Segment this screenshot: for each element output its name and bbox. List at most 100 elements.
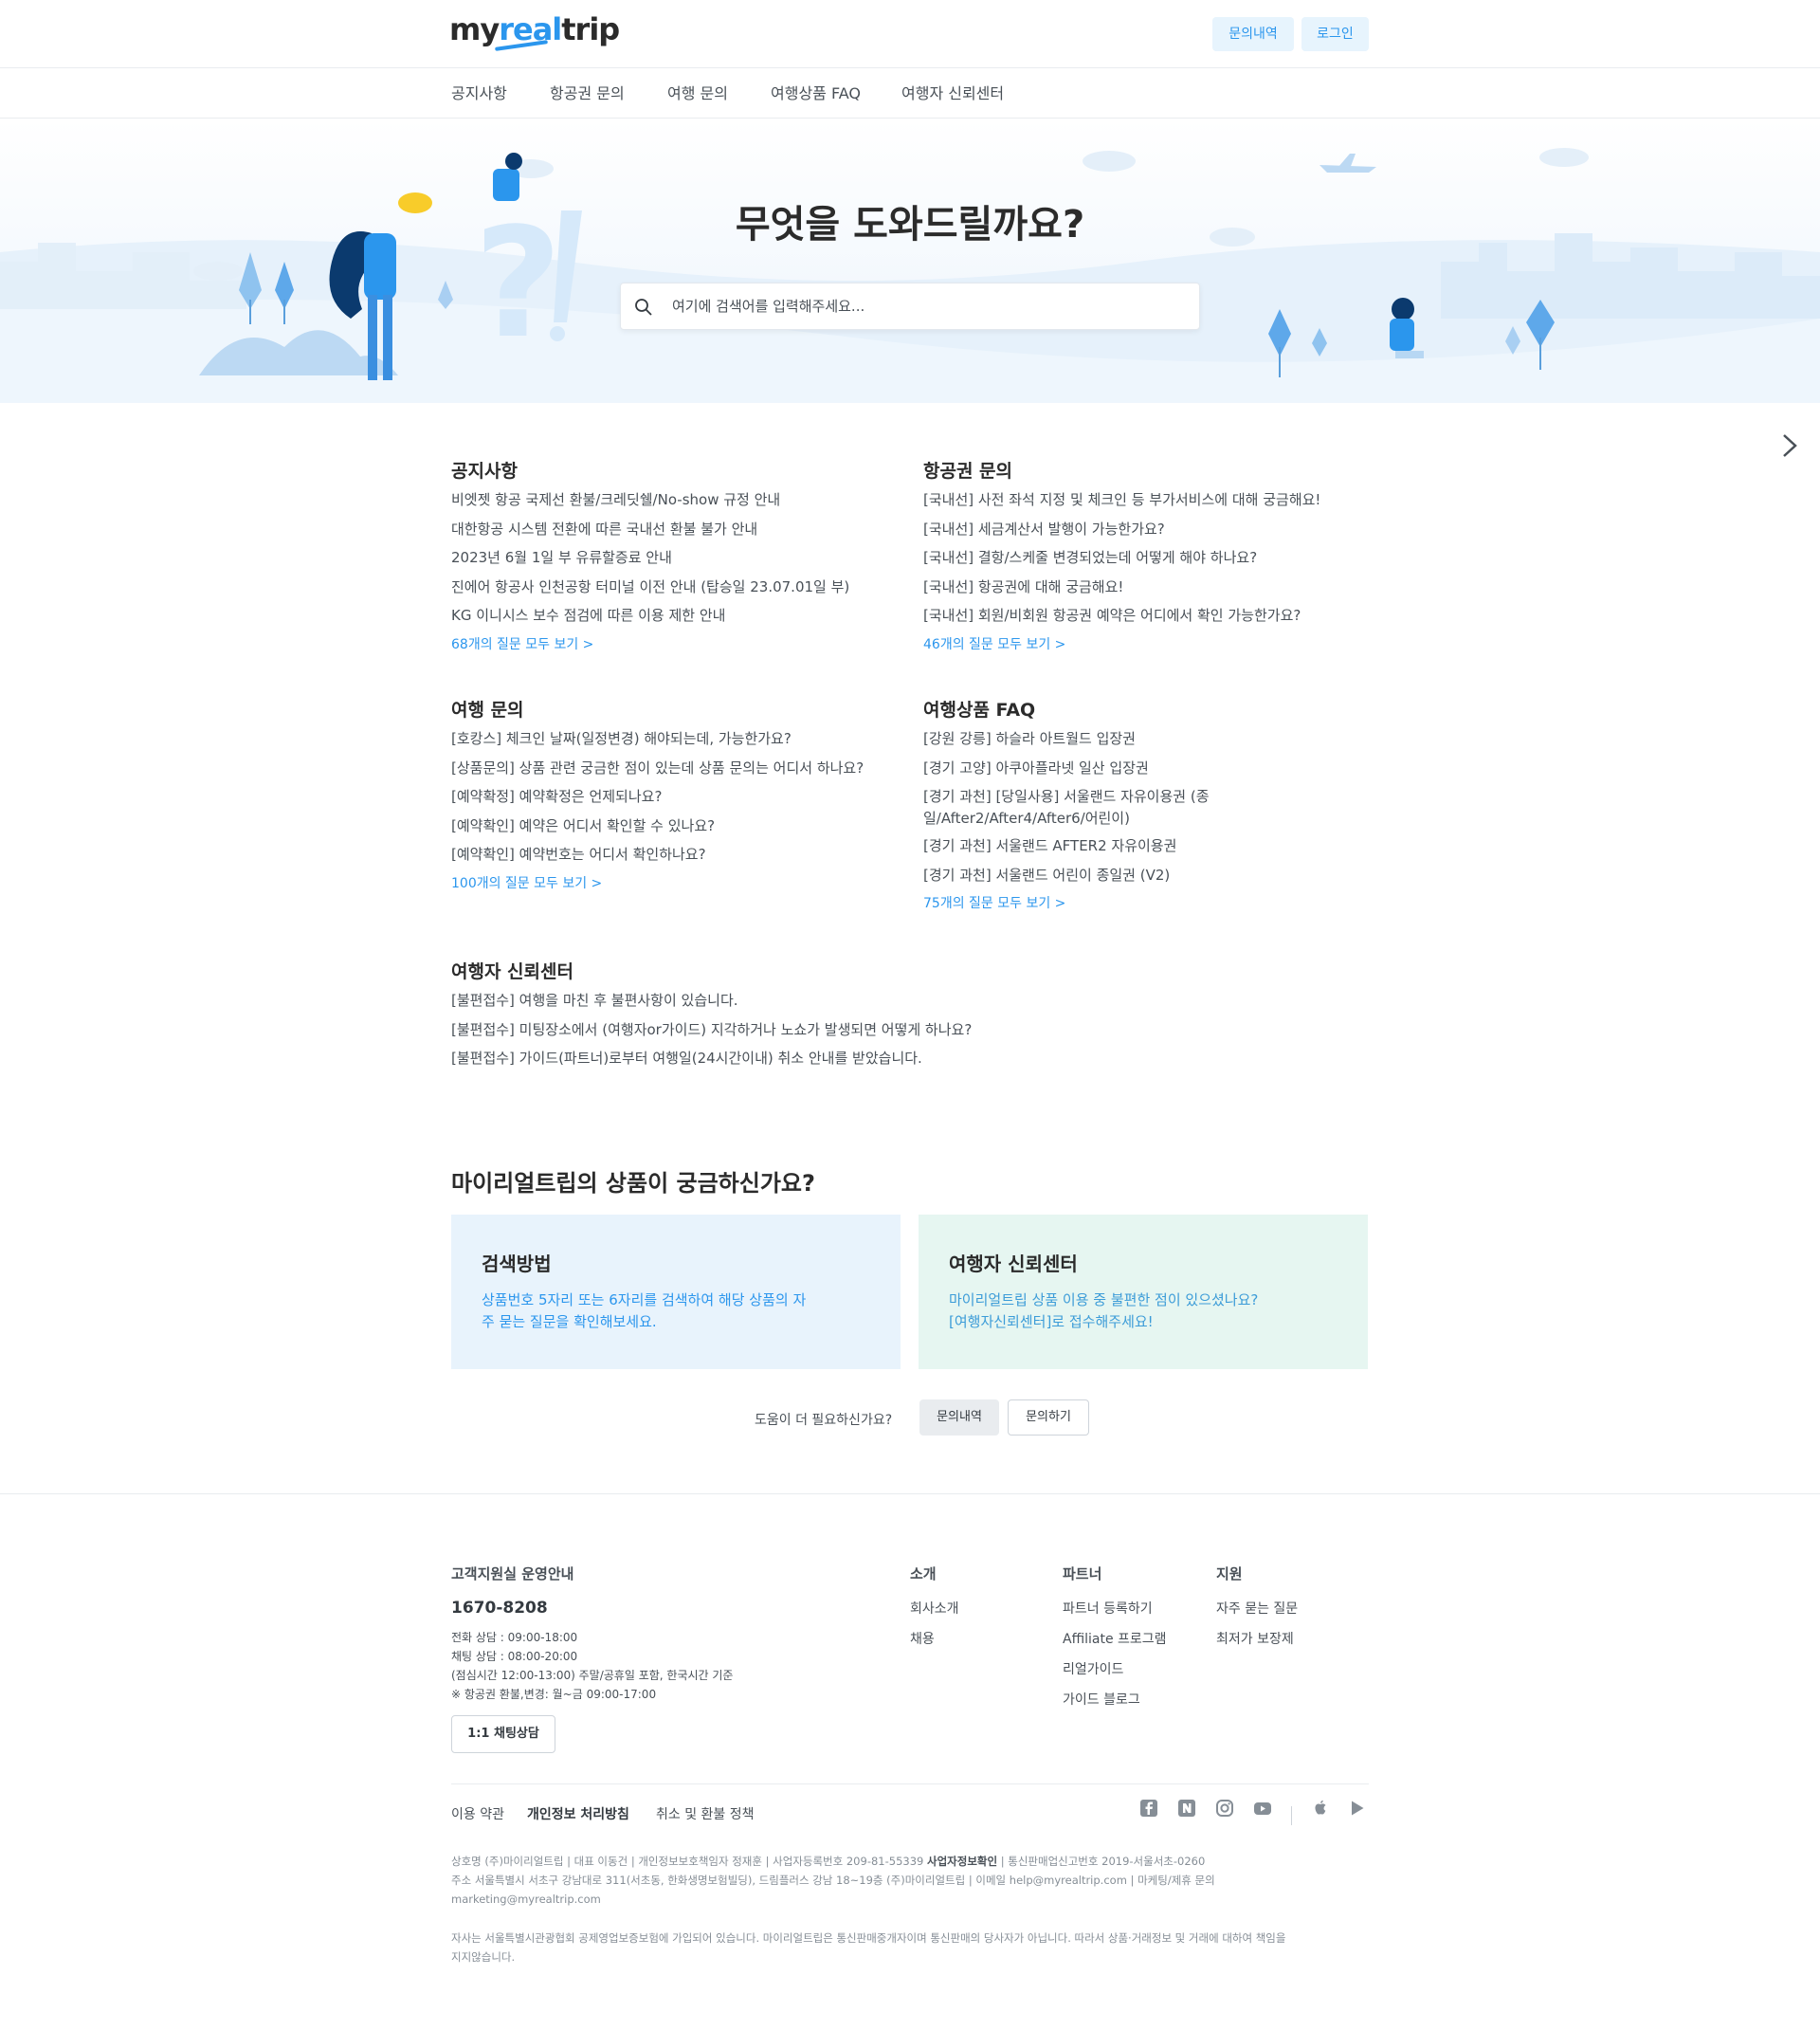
footer-support-title: 지원 <box>1216 1565 1243 1582</box>
list-item[interactable]: [불편접수] 가이드(파트너)로부터 여행일(24시간이내) 취소 안내를 받았… <box>451 1050 1115 1068</box>
list-item[interactable]: [국내선] 항공권에 대해 궁금해요! <box>923 578 1378 596</box>
view-all-link[interactable]: 75개의 질문 모두 보기 > <box>923 895 1378 913</box>
list-item[interactable]: [예약확인] 예약은 어디서 확인할 수 있나요? <box>451 817 906 835</box>
view-all-link[interactable]: 68개의 질문 모두 보기 > <box>451 636 906 654</box>
youtube-icon[interactable] <box>1253 1799 1272 1818</box>
chat-consult-button[interactable]: 1:1 채팅상담 <box>451 1715 555 1753</box>
footer-link-faq[interactable]: 자주 묻는 질문 <box>1216 1599 1298 1618</box>
footer-link-lowest-price[interactable]: 최저가 보장제 <box>1216 1629 1294 1648</box>
search-method-card[interactable]: 검색방법 상품번호 5자리 또는 6자리를 검색하여 해당 상품의 자 주 묻는… <box>451 1215 901 1369</box>
list-item[interactable]: KG 이니시스 보수 점검에 따른 이용 제한 안내 <box>451 607 906 625</box>
login-button[interactable]: 로그인 <box>1301 17 1369 51</box>
help-text: 도움이 더 필요하신가요? <box>755 1413 893 1428</box>
chevron-right-icon[interactable] <box>1778 431 1801 460</box>
list-item[interactable]: [불편접수] 미팅장소에서 (여행자or가이드) 지각하거나 노쇼가 발생되면 … <box>451 1021 1115 1039</box>
facebook-icon[interactable] <box>1139 1799 1158 1818</box>
list-item[interactable]: 2023년 6월 1일 부 유류할증료 안내 <box>451 549 906 567</box>
cs-hours: 전화 상담 : 09:00-18:00 <box>451 1631 578 1644</box>
company-line: 주소 서울특별시 서초구 강남대로 311(서초동, 한화생명보험빌딩), 드림… <box>451 1874 1215 1887</box>
list-item[interactable]: [예약확인] 예약번호는 어디서 확인하나요? <box>451 846 906 864</box>
nav-product-faq[interactable]: 여행상품 FAQ <box>771 68 861 119</box>
list-item[interactable]: [강원 강릉] 하슬라 아트월드 입장권 <box>923 730 1378 748</box>
footer-link-company[interactable]: 회사소개 <box>910 1599 959 1618</box>
footer-partner-title: 파트너 <box>1063 1565 1102 1582</box>
cs-phone: 1670-8208 <box>451 1599 548 1618</box>
section-title: 여행 문의 <box>451 700 524 721</box>
section-travel: 여행 문의 [호캉스] 체크인 날짜(일정변경) 해야되는데, 가능한가요? [… <box>451 696 906 893</box>
card-text: 마이리얼트립 상품 이용 중 불편한 점이 있으셨나요? <box>949 1291 1259 1308</box>
list-item[interactable]: [경기 과천] 서울랜드 AFTER2 자유이용권 <box>923 837 1378 855</box>
disclaimer-line: 자사는 서울특별시관광협회 공제영업보증보험에 가입되어 있습니다. 마이리얼트… <box>451 1931 1286 1945</box>
trust-center-card[interactable]: 여행자 신뢰센터 마이리얼트립 상품 이용 중 불편한 점이 있으셨나요? [여… <box>919 1215 1368 1369</box>
list-item[interactable]: [경기 과천] 서울랜드 어린이 종일권 (V2) <box>923 867 1378 885</box>
inquiry-history-button[interactable]: 문의내역 <box>919 1399 999 1436</box>
search-box <box>620 283 1200 330</box>
footer-inner-divider <box>451 1783 1369 1784</box>
company-line: 상호명 (주)마이리얼트립 | 대표 이동건 | 개인정보보호책임자 정재훈 |… <box>451 1855 927 1868</box>
header: myrealtrip 문의내역 로그인 <box>0 0 1820 68</box>
list-item[interactable]: 진에어 항공사 인천공항 터미널 이전 안내 (탑승일 23.07.01일 부) <box>451 578 906 596</box>
company-info: 상호명 (주)마이리얼트립 | 대표 이동건 | 개인정보보호책임자 정재훈 |… <box>451 1852 1369 1909</box>
list-item[interactable]: [예약확정] 예약확정은 언제되나요? <box>451 788 906 806</box>
help-row: 도움이 더 필요하신가요? 문의내역 문의하기 <box>0 1399 1820 1437</box>
naver-blog-icon[interactable] <box>1177 1799 1196 1818</box>
company-line: | 통신판매업신고번호 2019-서울서초-0260 <box>997 1855 1206 1868</box>
ask-question-button[interactable]: 문의하기 <box>1008 1399 1089 1436</box>
cs-hours: ※ 항공권 환불,변경: 월~금 09:00-17:00 <box>451 1688 657 1701</box>
products-title: 마이리얼트립의 상품이 궁금하신가요? <box>451 1170 815 1197</box>
cs-title: 고객지원실 운영안내 <box>451 1565 574 1582</box>
search-icon <box>635 299 652 316</box>
list-item[interactable]: [국내선] 회원/비회원 항공권 예약은 어디에서 확인 가능한가요? <box>923 607 1378 625</box>
company-line: marketing@myrealtrip.com <box>451 1893 601 1906</box>
list-item[interactable]: 비엣젯 항공 국제선 환불/크레딧쉘/No-show 규정 안내 <box>451 491 906 509</box>
nav-travel[interactable]: 여행 문의 <box>667 68 728 119</box>
list-item[interactable]: [호캉스] 체크인 날짜(일정변경) 해야되는데, 가능한가요? <box>451 730 906 748</box>
view-all-link[interactable]: 100개의 질문 모두 보기 > <box>451 875 906 893</box>
card-text: 주 묻는 질문을 확인해보세요. <box>482 1313 657 1330</box>
footer-divider <box>0 1493 1820 1494</box>
list-item[interactable]: [국내선] 결항/스케줄 변경되었는데 어떻게 해야 하나요? <box>923 549 1378 567</box>
section-product-faq: 여행상품 FAQ [강원 강릉] 하슬라 아트월드 입장권 [경기 고양] 아쿠… <box>923 696 1378 913</box>
footer-link-partner-register[interactable]: 파트너 등록하기 <box>1063 1599 1153 1618</box>
business-info-link[interactable]: 사업자정보확인 <box>927 1855 997 1868</box>
footer-link-realguide[interactable]: 리얼가이드 <box>1063 1659 1123 1678</box>
header-inquiry-button[interactable]: 문의내역 <box>1212 17 1294 51</box>
list-item[interactable]: [경기 과천] [당일사용] 서울랜드 자유이용권 (종일/After2/Aft… <box>923 786 1236 830</box>
section-title: 공지사항 <box>451 461 518 482</box>
logo-my: my <box>449 11 500 47</box>
section-title: 항공권 문의 <box>923 461 1013 482</box>
list-item[interactable]: [불편접수] 여행을 마친 후 불편사항이 있습니다. <box>451 992 1115 1010</box>
cs-hours: (점심시간 12:00-13:00) 주말/공휴일 포함, 한국시간 기준 <box>451 1669 734 1682</box>
list-item[interactable]: [상품문의] 상품 관련 궁금한 점이 있는데 상품 문의는 어디서 하나요? <box>451 759 906 777</box>
footer-link-affiliate[interactable]: Affiliate 프로그램 <box>1063 1629 1167 1648</box>
list-item[interactable]: 대한항공 시스템 전환에 따른 국내선 환불 불가 안내 <box>451 521 906 539</box>
google-play-icon[interactable] <box>1348 1799 1367 1818</box>
privacy-policy-link[interactable]: 개인정보 처리방침 <box>527 1804 629 1823</box>
footer-about-title: 소개 <box>910 1565 937 1582</box>
search-input[interactable] <box>672 283 1184 329</box>
nav-notice[interactable]: 공지사항 <box>451 68 507 119</box>
category-nav: 공지사항 항공권 문의 여행 문의 여행상품 FAQ 여행자 신뢰센터 <box>0 68 1820 119</box>
list-item[interactable]: [국내선] 세금계산서 발행이 가능한가요? <box>923 521 1378 539</box>
nav-flight[interactable]: 항공권 문의 <box>550 68 625 119</box>
hero-title: 무엇을 도와드릴까요? <box>735 203 1085 247</box>
footer-link-careers[interactable]: 채용 <box>910 1629 935 1648</box>
hero-banner: ? 무엇을 도와드릴까요? <box>0 119 1820 403</box>
section-trust-center: 여행자 신뢰센터 [불편접수] 여행을 마친 후 불편사항이 있습니다. [불편… <box>451 958 1115 1079</box>
disclaimer: 자사는 서울특별시관광협회 공제영업보증보험에 가입되어 있습니다. 마이리얼트… <box>451 1929 1369 1966</box>
nav-trust-center[interactable]: 여행자 신뢰센터 <box>901 68 1004 119</box>
section-title: 여행상품 FAQ <box>923 700 1036 721</box>
list-item[interactable]: [국내선] 사전 좌석 지정 및 체크인 등 부가서비스에 대해 궁금해요! <box>923 491 1378 509</box>
view-all-link[interactable]: 46개의 질문 모두 보기 > <box>923 636 1378 654</box>
refund-policy-link[interactable]: 취소 및 환불 정책 <box>656 1804 755 1823</box>
instagram-icon[interactable] <box>1215 1799 1234 1818</box>
logo-trip: trip <box>561 11 620 47</box>
card-title: 여행자 신뢰센터 <box>949 1253 1078 1275</box>
card-text: [여행자신뢰센터]로 접수해주세요! <box>949 1313 1154 1330</box>
section-flight: 항공권 문의 [국내선] 사전 좌석 지정 및 체크인 등 부가서비스에 대해 … <box>923 457 1378 654</box>
apple-app-store-icon[interactable] <box>1311 1799 1330 1818</box>
terms-link[interactable]: 이용 약관 <box>451 1804 504 1823</box>
footer-link-guide-blog[interactable]: 가이드 블로그 <box>1063 1690 1140 1709</box>
list-item[interactable]: [경기 고양] 아쿠아플라넷 일산 입장권 <box>923 759 1378 777</box>
disclaimer-line: 지지않습니다. <box>451 1950 516 1964</box>
